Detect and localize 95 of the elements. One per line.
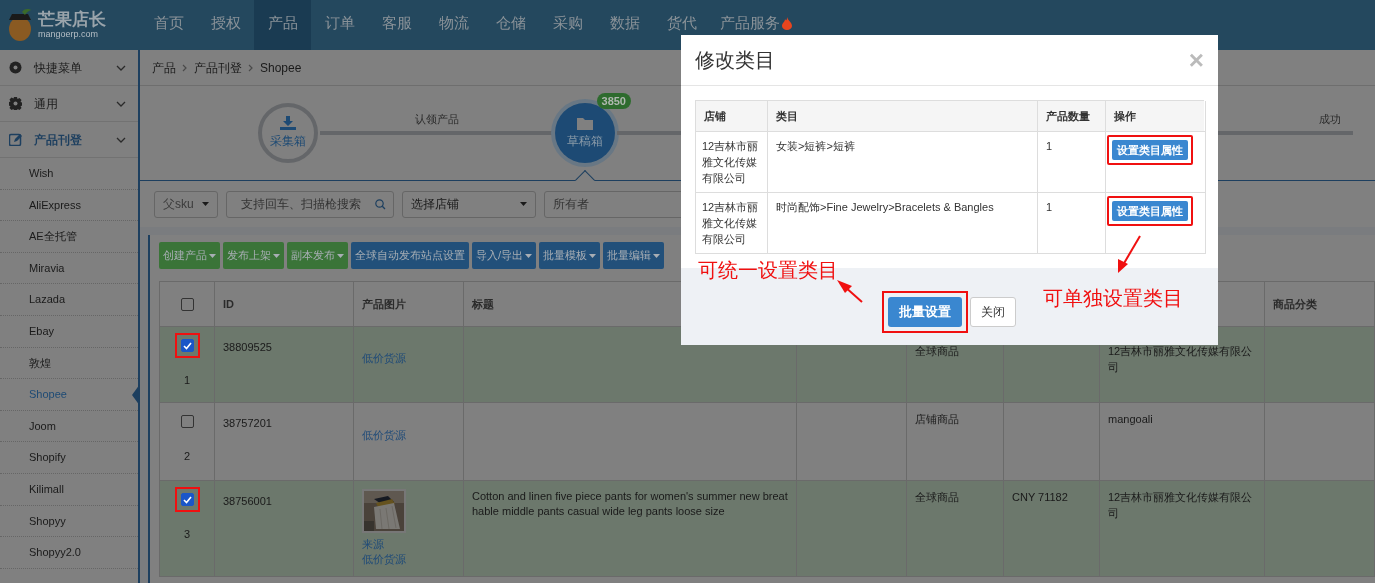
sidebar-item[interactable]: AliExpress (0, 189, 138, 222)
sidebar-item[interactable]: 敦煌 (0, 347, 138, 380)
row-number: 2 (183, 449, 191, 464)
category-settings-button[interactable]: 设置类目属性 (1112, 201, 1188, 221)
sidebar-group[interactable]: 通用 (0, 86, 138, 122)
select-field[interactable]: 父sku (154, 190, 218, 218)
download-icon (280, 116, 296, 130)
table-cell: 全球商品 (915, 345, 959, 357)
checkbox[interactable] (180, 493, 194, 506)
batch-settings-button[interactable]: 批量设置 (887, 296, 962, 327)
checkbox[interactable] (180, 415, 194, 428)
product-title: Cotton and linen five piece pants for women's summer new breathable middle pants casual wide leg pants loose size (472, 490, 788, 517)
sidebar-item[interactable]: Wish (0, 158, 138, 190)
logo-title: 芒果店长 (38, 11, 106, 28)
toolbar-button[interactable]: 副本发布 (287, 242, 348, 269)
table-cell: 1 (1046, 201, 1053, 213)
chevron-down-icon (116, 100, 126, 107)
edit-icon (9, 133, 22, 146)
column-header: 标题 (472, 296, 494, 312)
sidebar-item[interactable]: Ebay (0, 315, 138, 348)
annotation-text: 可单独设置类目 (1043, 286, 1183, 311)
toolbar-button[interactable]: 批量编辑 (603, 242, 665, 269)
table-cell: 38809525 (223, 341, 272, 353)
table-row[interactable]: 2 38757201 低价货源 店铺商品 mangoali (160, 403, 1375, 481)
table-cell: 12吉林市丽雅文化传媒有限公司 (702, 140, 759, 184)
column-header: 产品图片 (362, 296, 406, 312)
table-row[interactable]: 3 38756001 来源 低价货源 Cotton and linen five piece pants for women's summer new breathable middle pants casual wide leg pants loose size 全球商品 CNY 71182 12吉林市丽雅文化传媒有限公司 (160, 481, 1375, 577)
sidebar-group[interactable]: 快捷菜单 (0, 50, 138, 86)
disc-icon (9, 61, 22, 74)
nav-tab[interactable]: 产品 (254, 0, 311, 50)
select-field[interactable]: 选择店铺 (402, 190, 536, 218)
table-cell: 1 (1046, 140, 1053, 152)
annotation-arrow (1118, 235, 1141, 273)
table-row[interactable]: 1 38809525 低价货源 全球商品 12吉林市丽雅文化传媒有限公司 (160, 327, 1375, 403)
toolbar-button[interactable]: 全球自动发布站点设置 (351, 242, 469, 269)
toolbar-button[interactable]: 发布上架 (223, 242, 284, 269)
table-cell: 38756001 (223, 495, 272, 507)
toolbar-button[interactable]: 批量模板 (539, 242, 601, 269)
close-button[interactable]: 关闭 (969, 296, 1016, 327)
table-cell: 全球商品 (915, 491, 959, 503)
step-label: 认领产品 (414, 112, 459, 127)
breadcrumb-link[interactable]: 产品刊登 (194, 58, 242, 77)
source-link[interactable]: 低价货源 (362, 428, 455, 443)
table-cell: 12吉林市丽雅文化传媒有限公司 (1108, 491, 1253, 519)
chevron-down-icon (116, 136, 126, 143)
caret-icon (202, 202, 209, 206)
checkbox[interactable] (180, 339, 194, 352)
chevron-right-icon (248, 63, 254, 72)
category-settings-button[interactable]: 设置类目属性 (1112, 140, 1188, 160)
table-cell: 12吉林市丽雅文化传媒有限公司 (1108, 345, 1253, 373)
search-field[interactable]: 支持回车、扫描枪搜索 (226, 190, 394, 218)
column-header: 店铺 (704, 108, 726, 124)
annotation-text: 可统一设置类目 (698, 258, 838, 283)
row-number: 1 (183, 373, 191, 388)
close-button[interactable]: × (1188, 47, 1204, 73)
sidebar-item[interactable]: Lazada (0, 284, 138, 316)
column-header: 操作 (1114, 108, 1136, 124)
table-cell: mangoali (1108, 413, 1153, 425)
sidebar-item[interactable]: AE全托管 (0, 221, 138, 253)
sidebar-item[interactable]: Shopyy2.0 (0, 537, 138, 569)
sidebar-group[interactable]: 产品刊登 (0, 122, 138, 158)
source-link[interactable]: 低价货源 (362, 351, 455, 366)
column-header: 产品数量 (1046, 108, 1090, 124)
sidebar-item[interactable]: Miravia (0, 252, 138, 285)
dialog-title: 修改类目 (695, 48, 775, 73)
row-number: 3 (183, 527, 191, 542)
table-cell: CNY 71182 (1012, 491, 1068, 503)
checkbox[interactable] (180, 297, 194, 311)
sidebar-item[interactable]: Joom (0, 410, 138, 443)
folder-icon (577, 116, 593, 130)
sidebar-item[interactable]: Shopyy (0, 505, 138, 538)
step-label: 成功 (1319, 112, 1341, 127)
column-header: ID (223, 296, 234, 312)
caret-icon (520, 202, 527, 206)
source-link[interactable]: 来源 (362, 537, 455, 552)
toolbar-button[interactable]: 导入/导出 (472, 242, 537, 269)
sidebar-item[interactable]: Shopify (0, 442, 138, 474)
count-badge: 3850 (596, 93, 631, 109)
chevron-down-icon (116, 64, 126, 71)
toolbar-button[interactable]: 创建产品 (159, 242, 220, 269)
sidebar-item[interactable]: Kilimall (0, 473, 138, 506)
source-link[interactable]: 低价货源 (362, 552, 455, 567)
annotation-arrow (837, 280, 863, 303)
column-header: 商品分类 (1273, 296, 1317, 312)
table-cell: 时尚配饰>Fine Jewelry>Bracelets & Bangles (776, 201, 994, 213)
column-header: 类目 (776, 108, 798, 124)
search-icon (375, 198, 386, 210)
table-cell: 店铺商品 (915, 413, 959, 425)
table-cell: 38757201 (223, 417, 272, 429)
mango-logo-icon (6, 8, 34, 42)
logo-subtitle: mangoerp.com (38, 30, 100, 39)
table-cell: 女装>短裤>短裤 (776, 140, 855, 152)
breadcrumb-link[interactable]: 产品 (152, 58, 176, 77)
settings-icon (9, 97, 22, 110)
chevron-right-icon (182, 63, 188, 72)
